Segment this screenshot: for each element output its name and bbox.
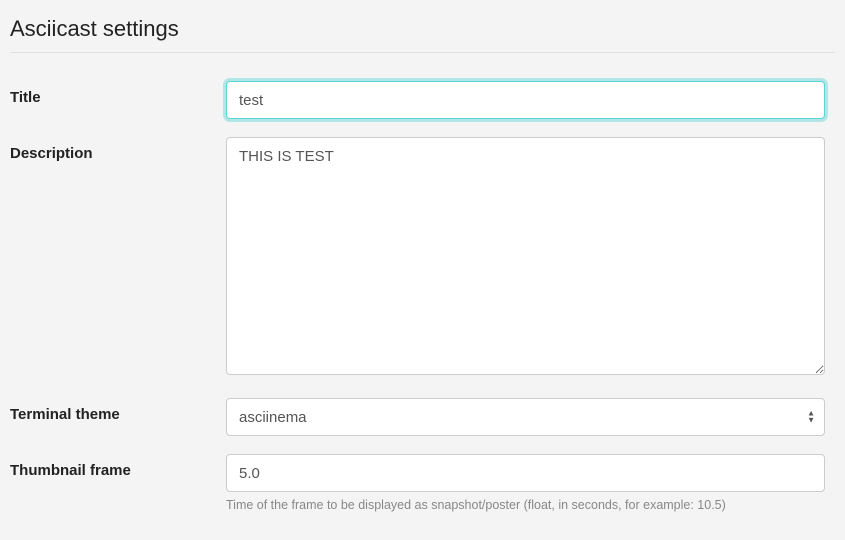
title-label: Title xyxy=(10,81,226,106)
thumbnail-frame-help: Time of the frame to be displayed as sna… xyxy=(226,498,825,512)
terminal-theme-row: Terminal theme asciinema ▲ ▼ xyxy=(10,398,835,436)
thumbnail-frame-label: Thumbnail frame xyxy=(10,454,226,479)
description-textarea[interactable]: THIS IS TEST xyxy=(226,137,825,375)
thumbnail-frame-row: Thumbnail frame Time of the frame to be … xyxy=(10,454,835,512)
terminal-theme-select[interactable]: asciinema xyxy=(226,398,825,436)
thumbnail-frame-input[interactable] xyxy=(226,454,825,492)
page-title: Asciicast settings xyxy=(10,10,835,53)
terminal-theme-label: Terminal theme xyxy=(10,398,226,423)
description-row: Description THIS IS TEST xyxy=(10,137,835,380)
title-input[interactable] xyxy=(226,81,825,119)
description-label: Description xyxy=(10,137,226,162)
title-row: Title xyxy=(10,81,835,119)
